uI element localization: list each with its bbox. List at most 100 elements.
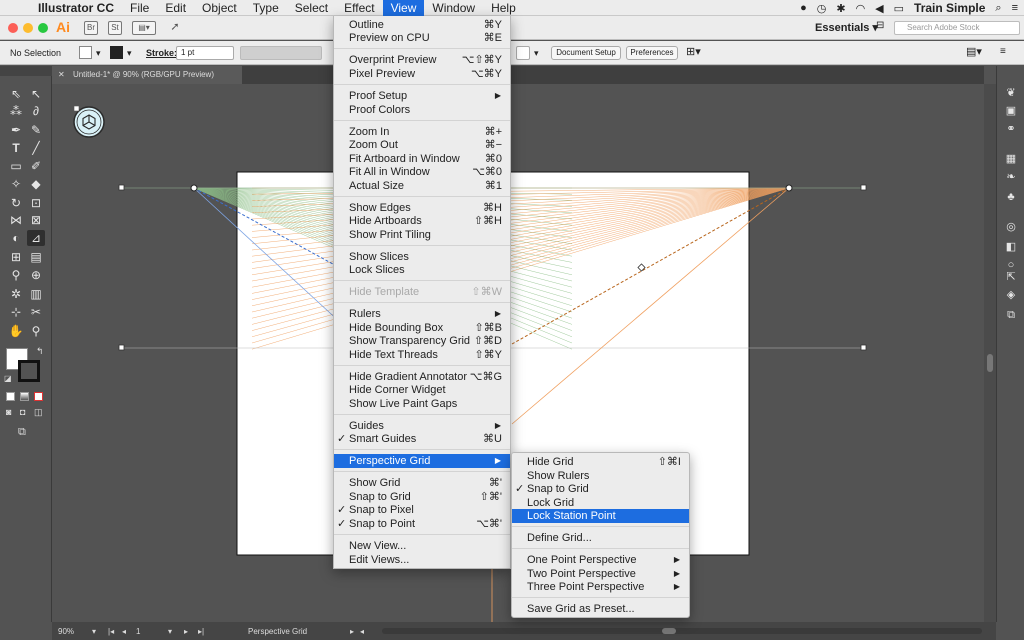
horizon-right-handle[interactable] (860, 184, 867, 191)
menu-item-zoom-out[interactable]: Zoom Out ⌘− (334, 138, 510, 152)
horizontal-scrollbar[interactable] (382, 628, 982, 634)
preferences-button[interactable]: Preferences (626, 46, 678, 60)
spotlight-icon[interactable]: ⌕ (995, 2, 1001, 15)
menu-item-perspective-grid[interactable]: Perspective Grid ▶ (334, 454, 510, 468)
submenu-item-hide-grid[interactable]: Hide Grid ⇧⌘I (512, 455, 689, 469)
menu-item-proof-setup[interactable]: Proof Setup ▶ (334, 89, 510, 103)
current-tool-status[interactable]: Perspective Grid (248, 627, 307, 636)
stock-button[interactable]: St (108, 21, 122, 35)
menu-item-lock-slices[interactable]: Lock Slices (334, 263, 510, 277)
swatches-icon[interactable]: ▦ (1004, 152, 1018, 166)
submenu-item-show-rulers[interactable]: Show Rulers (512, 469, 689, 483)
direct-selection-tool-icon[interactable]: ↖ (27, 86, 45, 102)
menu-item-show-print-tiling[interactable]: Show Print Tiling (334, 228, 510, 242)
fill-dropdown-icon[interactable]: ▾ (96, 48, 101, 59)
pen-tool-icon[interactable]: ✒ (7, 122, 25, 138)
menu-item-hide-bounding-box[interactable]: Hide Bounding Box ⇧⌘B (334, 321, 510, 335)
draw-normal-icon[interactable]: ◙ (6, 407, 11, 417)
draw-inside-icon[interactable]: ◫ (34, 407, 43, 418)
menu-item-show-slices[interactable]: Show Slices (334, 250, 510, 264)
close-window-button[interactable] (8, 23, 18, 33)
menu-effect[interactable]: Effect (336, 0, 382, 16)
menu-help[interactable]: Help (483, 0, 524, 16)
export-icon[interactable]: ⇱ (1004, 270, 1018, 284)
brushes-icon[interactable]: ❧ (1004, 170, 1018, 184)
menu-item-snap-to-point[interactable]: ✓ Snap to Point ⌥⌘' (334, 517, 510, 531)
menu-item-fit-artboard[interactable]: Fit Artboard in Window ⌘0 (334, 152, 510, 166)
scale-tool-icon[interactable]: ⊡ (27, 195, 45, 211)
shaper-tool-icon[interactable]: ✧ (7, 176, 25, 192)
minimize-window-button[interactable] (23, 23, 33, 33)
hand-tool-icon[interactable]: ✋ (7, 323, 25, 339)
battery-icon[interactable]: ▭ (894, 2, 904, 15)
stroke-color-box[interactable] (18, 360, 40, 382)
menu-item-hide-text-threads[interactable]: Hide Text Threads ⇧⌘Y (334, 348, 510, 362)
menu-edit[interactable]: Edit (157, 0, 194, 16)
user-name[interactable]: Train Simple (914, 1, 985, 15)
eyedropper-tool-icon[interactable]: ⚲ (7, 267, 25, 283)
screen-mode-icon[interactable]: ⧉ (18, 426, 26, 439)
line-tool-icon[interactable]: ╱ (27, 140, 45, 156)
last-artboard-icon[interactable]: ▸| (198, 627, 204, 636)
menu-item-show-edges[interactable]: Show Edges ⌘H (334, 201, 510, 215)
status-left-arrow-icon[interactable]: ◂ (360, 627, 364, 636)
first-artboard-icon[interactable]: |◂ (108, 627, 114, 636)
next-artboard-icon[interactable]: ▸ (184, 627, 188, 636)
right-vanishing-point-handle[interactable] (785, 184, 793, 192)
stroke-panel-icon[interactable]: ◎ (1004, 220, 1018, 234)
links-icon[interactable]: ⚭ (1004, 122, 1018, 136)
menu-item-overprint-preview[interactable]: Overprint Preview ⌥⇧⌘Y (334, 53, 510, 67)
perspective-grid-tool-icon[interactable]: ⊿ (27, 230, 45, 246)
artboard-tool-icon[interactable]: ⊹ (7, 304, 25, 320)
menu-view[interactable]: View (382, 0, 425, 16)
submenu-item-lock-grid[interactable]: Lock Grid (512, 496, 689, 510)
menu-item-fit-all[interactable]: Fit All in Window ⌥⌘0 (334, 165, 510, 179)
rectangle-tool-icon[interactable]: ▭ (7, 158, 25, 174)
menu-window[interactable]: Window (424, 0, 483, 16)
menu-item-actual-size[interactable]: Actual Size ⌘1 (334, 179, 510, 193)
symbols-icon[interactable]: ♣ (1004, 190, 1018, 204)
curvature-tool-icon[interactable]: ✎ (27, 122, 45, 138)
free-transform-tool-icon[interactable]: ⊠ (27, 212, 45, 228)
fill-swatch[interactable] (79, 46, 92, 59)
menu-item-hide-corner-widget[interactable]: Hide Corner Widget (334, 383, 510, 397)
cc-libraries-icon[interactable]: ❦ (1004, 86, 1018, 100)
gradient-tool-icon[interactable]: ▤ (27, 249, 45, 265)
style-dropdown-icon[interactable]: ▾ (534, 48, 539, 59)
stroke-label[interactable]: Stroke: (146, 48, 177, 58)
default-colors-icon[interactable]: ◪ (4, 374, 12, 383)
volume-icon[interactable]: ◀ (875, 2, 883, 15)
submenu-item-define-grid[interactable]: Define Grid... (512, 531, 689, 545)
artboard-number[interactable]: 1 (136, 627, 140, 636)
menu-item-new-view[interactable]: New View... (334, 539, 510, 553)
prev-artboard-icon[interactable]: ◂ (122, 627, 126, 636)
horizon-left-handle[interactable] (118, 184, 125, 191)
status-menu-icon[interactable]: ▸ (350, 627, 354, 636)
shape-builder-tool-icon[interactable]: ◐ (7, 230, 25, 246)
stroke-dropdown-icon[interactable]: ▾ (127, 48, 132, 59)
ground-left-handle[interactable] (118, 344, 125, 351)
submenu-item-lock-station-point[interactable]: Lock Station Point (512, 509, 689, 523)
stock-search-field[interactable]: Search Adobe Stock (894, 21, 1020, 35)
stroke-weight-field[interactable]: 1 pt (176, 46, 234, 60)
vertical-scrollbar[interactable] (984, 84, 996, 622)
left-vanishing-point-handle[interactable] (190, 184, 198, 192)
zoom-dropdown-icon[interactable]: ▾ (92, 627, 96, 636)
menu-item-proof-colors[interactable]: Proof Colors (334, 103, 510, 117)
color-mode-icon[interactable] (6, 392, 15, 401)
menu-item-pixel-preview[interactable]: Pixel Preview ⌥⌘Y (334, 67, 510, 81)
menu-item-edit-views[interactable]: Edit Views... (334, 553, 510, 567)
workspace-switcher[interactable]: Essentials ▾ (815, 21, 878, 34)
magic-wand-tool-icon[interactable]: ⁂ (7, 103, 25, 119)
menu-item-zoom-in[interactable]: Zoom In ⌘+ (334, 125, 510, 139)
panel-options-icon[interactable]: ≡ (1000, 46, 1006, 57)
bluetooth-icon[interactable]: ✱ (836, 2, 845, 15)
vertical-scroll-thumb[interactable] (987, 354, 993, 372)
type-tool-icon[interactable]: T (7, 140, 25, 156)
artboards-icon[interactable]: ⧉ (1004, 308, 1018, 322)
menu-item-hide-artboards[interactable]: Hide Artboards ⇧⌘H (334, 214, 510, 228)
menu-app-name[interactable]: Illustrator CC (30, 0, 122, 16)
submenu-item-snap-to-grid[interactable]: ✓ Snap to Grid (512, 482, 689, 496)
selection-tool-icon[interactable]: ⇖ (7, 86, 25, 102)
menu-item-rulers[interactable]: Rulers ▶ (334, 307, 510, 321)
